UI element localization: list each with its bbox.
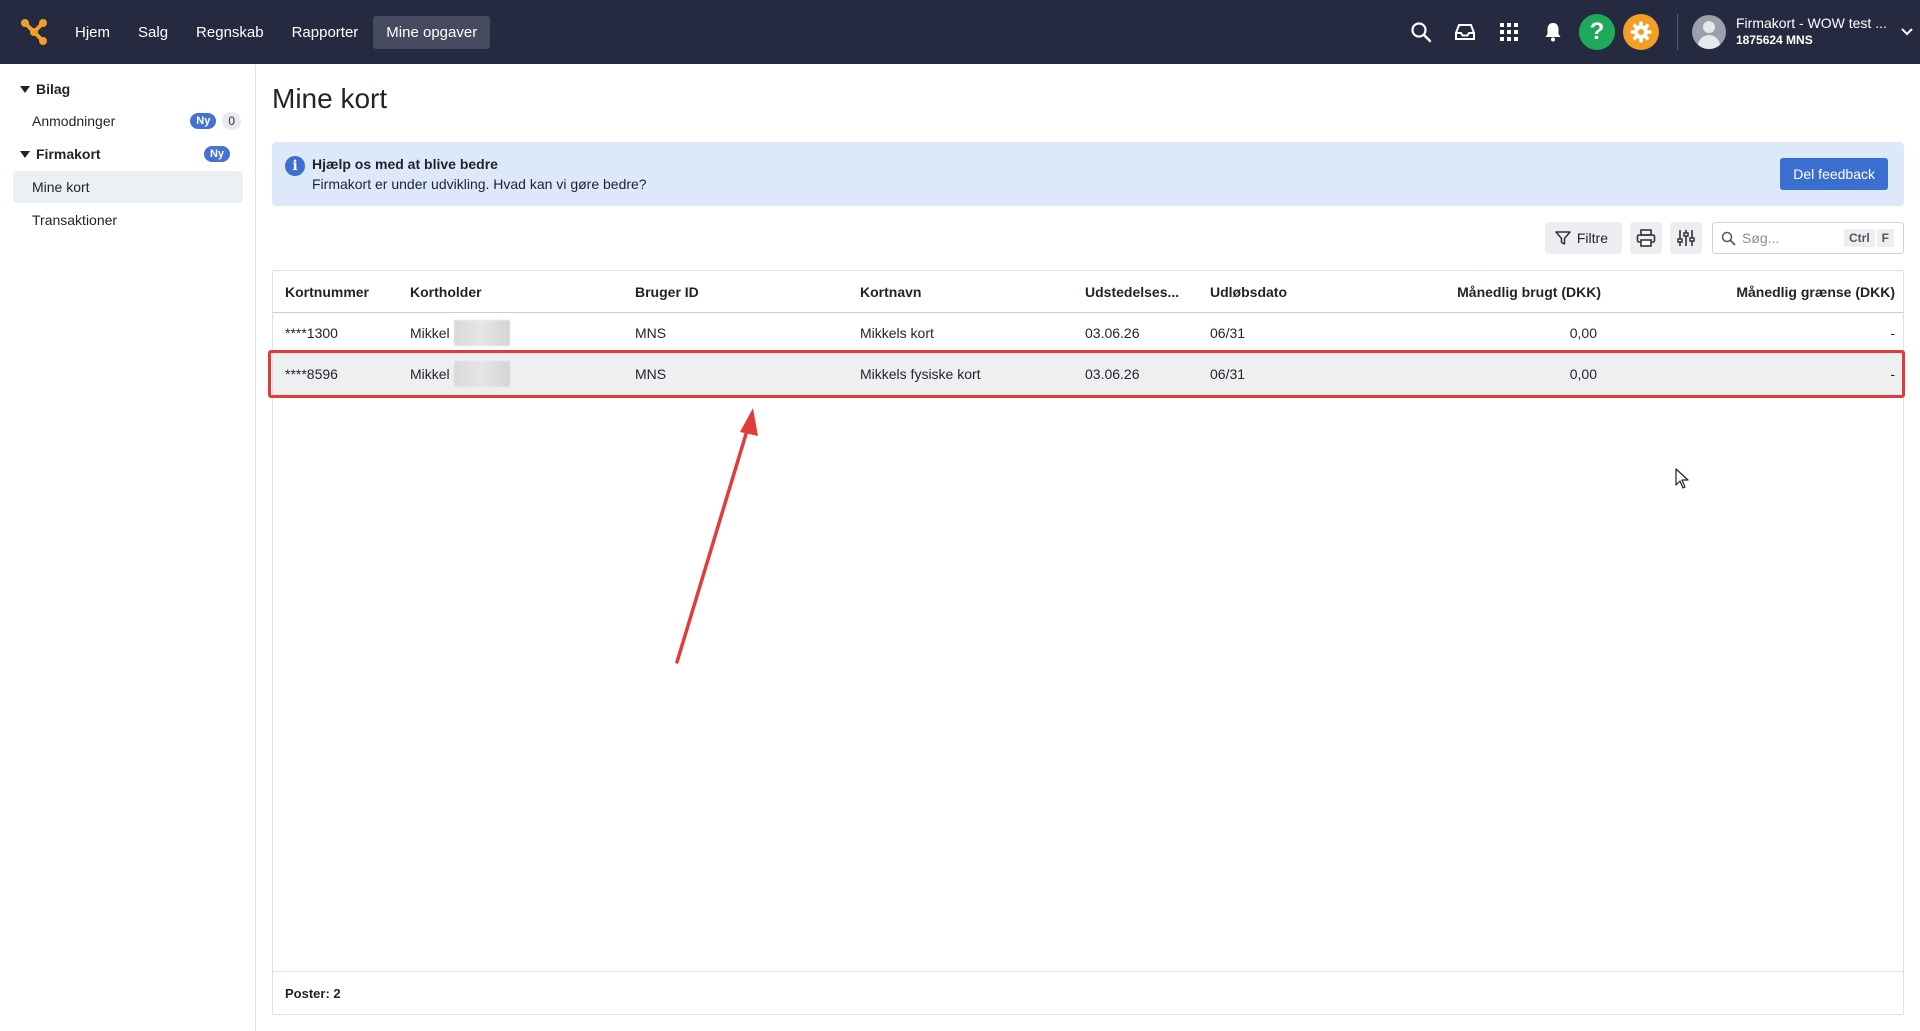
sidebar-group-bilag[interactable]: Bilag xyxy=(20,81,70,97)
sidebar-item-mine-kort[interactable]: Mine kort xyxy=(13,171,243,203)
caret-down-icon xyxy=(20,85,30,93)
sidebar-item-anmodninger[interactable]: Anmodninger Ny 0 xyxy=(13,105,243,137)
user-id: MNS xyxy=(635,366,667,382)
filter-icon xyxy=(1555,231,1571,245)
expiry-date: 06/31 xyxy=(1210,366,1246,382)
card-name: Mikkels fysiske kort xyxy=(860,366,981,382)
banner-text: Firmakort er under udvikling. Hvad kan v… xyxy=(312,176,647,192)
filter-button[interactable]: Filtre xyxy=(1544,222,1622,254)
user-menu[interactable]: Firmakort - WOW test ... 1875624 MNS xyxy=(1692,15,1920,49)
sidebar-group-label: Firmakort xyxy=(36,146,101,162)
column-header-kortnummer[interactable]: Kortnummer xyxy=(285,271,369,312)
issue-date: 03.06.26 xyxy=(1085,366,1140,382)
card-name: Mikkels kort xyxy=(860,325,934,341)
card-holder-name: Mikkel xyxy=(410,366,450,382)
column-settings-button[interactable] xyxy=(1670,222,1702,254)
new-badge: Ny xyxy=(190,113,217,129)
apps-grid-icon[interactable] xyxy=(1487,0,1531,64)
sidebar-group-firmakort[interactable]: Firmakort Ny xyxy=(20,146,230,162)
main-nav: Hjem Salg Regnskab Rapporter Mine opgave… xyxy=(62,0,492,64)
table-row[interactable]: ****1300 Mikkel MNS Mikkels kort 03.06.2… xyxy=(273,313,1903,354)
sidebar: Bilag Anmodninger Ny 0 Firmakort Ny Mine… xyxy=(0,64,256,1031)
feedback-button[interactable]: Del feedback xyxy=(1780,158,1888,190)
card-holder: Mikkel xyxy=(410,313,510,353)
monthly-spent: 0,00 xyxy=(1569,325,1597,341)
column-header-kortnavn[interactable]: Kortnavn xyxy=(860,271,921,312)
shortcut-key: F xyxy=(1876,229,1895,247)
column-header-maanedlig-brugt[interactable]: Månedlig brugt (DKK) xyxy=(1333,271,1601,312)
search-icon[interactable] xyxy=(1399,0,1443,64)
user-id: MNS xyxy=(635,325,667,341)
caret-down-icon xyxy=(20,150,30,158)
column-header-kortholder[interactable]: Kortholder xyxy=(410,271,482,312)
user-company-id: 1875624 MNS xyxy=(1736,33,1813,47)
inbox-icon[interactable] xyxy=(1443,0,1487,64)
monthly-spent: 0,00 xyxy=(1569,366,1597,382)
filter-label: Filtre xyxy=(1576,230,1608,246)
table-row-selected[interactable]: ****8596 Mikkel MNS Mikkels fysiske kort… xyxy=(273,354,1903,395)
user-name: Firmakort - WOW test ... xyxy=(1736,15,1887,31)
gear-icon[interactable] xyxy=(1619,0,1663,64)
sidebar-item-label: Transaktioner xyxy=(32,212,118,228)
table-footer: Poster: 2 xyxy=(273,971,1903,1014)
print-button[interactable] xyxy=(1630,222,1662,254)
avatar xyxy=(1692,15,1726,49)
column-header-udlobsdato[interactable]: Udløbsdato xyxy=(1210,271,1287,312)
nav-mine-opgaver[interactable]: Mine opgaver xyxy=(373,15,491,49)
sidebar-item-label: Mine kort xyxy=(32,179,90,195)
header-actions: ? Firmakort - WOW test ... 1875624 MNS xyxy=(1399,0,1920,64)
search-icon xyxy=(1721,231,1736,246)
card-number: ****1300 xyxy=(285,325,338,341)
bell-icon[interactable] xyxy=(1531,0,1575,64)
table-toolbar: Filtre Ctrl F xyxy=(1537,222,1904,254)
record-count: Poster: 2 xyxy=(285,986,341,1001)
search-field[interactable]: Ctrl F xyxy=(1712,222,1904,254)
help-icon[interactable]: ? xyxy=(1575,0,1619,64)
monthly-limit: - xyxy=(1890,366,1895,382)
app-logo[interactable] xyxy=(18,16,50,48)
expiry-date: 06/31 xyxy=(1210,325,1246,341)
shortcut-ctrl: Ctrl xyxy=(1844,229,1875,247)
monthly-limit: - xyxy=(1890,325,1895,341)
nav-hjem[interactable]: Hjem xyxy=(62,16,123,49)
redacted-name xyxy=(453,320,510,346)
card-holder: Mikkel xyxy=(410,354,510,394)
new-badge: Ny xyxy=(203,146,230,162)
sliders-icon xyxy=(1677,230,1695,246)
column-header-udstedelsesdato[interactable]: Udstedelses... xyxy=(1085,271,1179,312)
count-badge: 0 xyxy=(222,112,241,130)
page-title: Mine kort xyxy=(272,83,388,114)
mouse-cursor-icon xyxy=(1675,468,1689,489)
column-header-maanedlig-graense[interactable]: Månedlig grænse (DKK) xyxy=(1613,271,1895,312)
card-holder-name: Mikkel xyxy=(410,325,450,341)
info-icon: i xyxy=(285,156,305,176)
header-divider xyxy=(1677,14,1678,50)
feedback-banner: i Hjælp os med at blive bedre Firmakort … xyxy=(272,142,1904,206)
nav-salg[interactable]: Salg xyxy=(125,16,181,49)
search-input[interactable] xyxy=(1742,230,1842,246)
column-header-bruger-id[interactable]: Bruger ID xyxy=(635,271,699,312)
sidebar-item-transaktioner[interactable]: Transaktioner xyxy=(13,204,243,236)
sidebar-group-label: Bilag xyxy=(36,81,71,97)
nav-regnskab[interactable]: Regnskab xyxy=(183,16,277,49)
redacted-name xyxy=(453,361,510,387)
nav-rapporter[interactable]: Rapporter xyxy=(279,16,372,49)
sidebar-item-label: Anmodninger xyxy=(32,113,116,129)
cards-table: Kortnummer Kortholder Bruger ID Kortnavn… xyxy=(272,270,1904,1015)
banner-title: Hjælp os med at blive bedre xyxy=(312,156,498,172)
printer-icon xyxy=(1636,229,1656,247)
chevron-down-icon xyxy=(1901,28,1913,36)
table-header: Kortnummer Kortholder Bruger ID Kortnavn… xyxy=(273,271,1903,313)
card-number: ****8596 xyxy=(285,366,338,382)
issue-date: 03.06.26 xyxy=(1085,325,1140,341)
top-bar: Hjem Salg Regnskab Rapporter Mine opgave… xyxy=(0,0,1920,64)
